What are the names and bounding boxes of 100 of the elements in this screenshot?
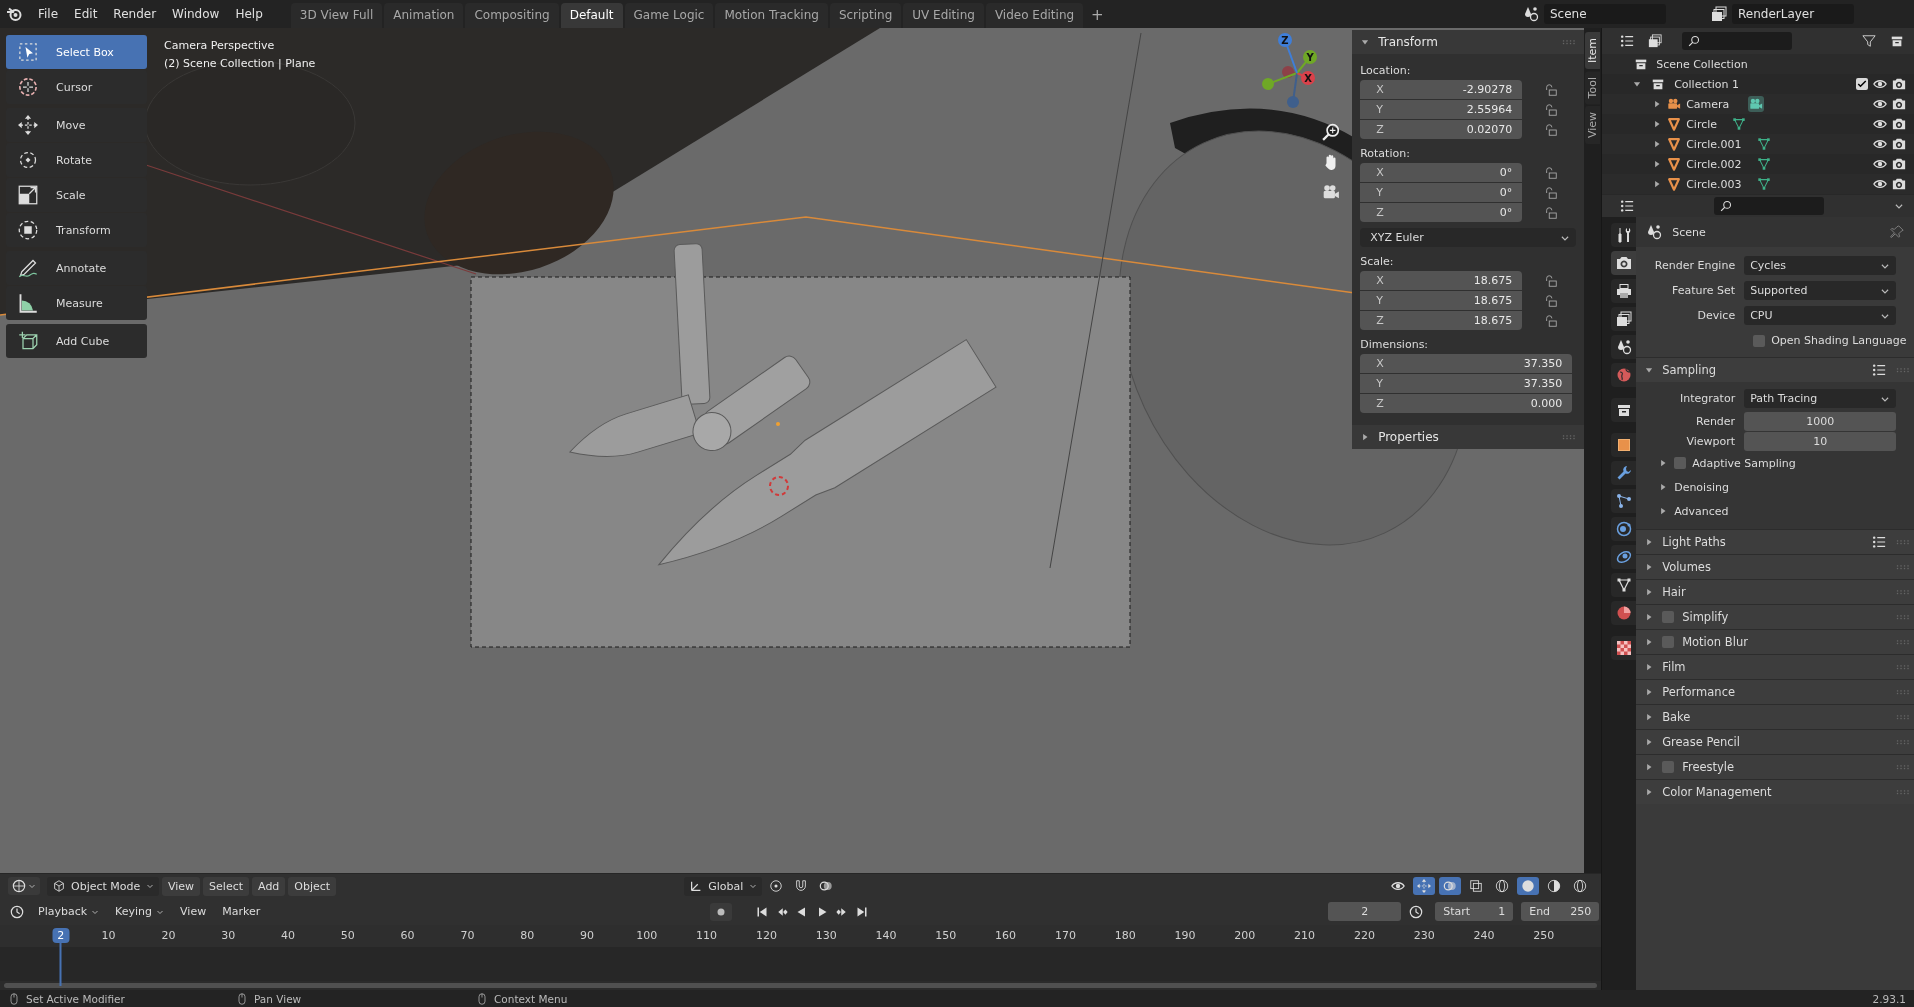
menu-item[interactable]: Help — [227, 4, 271, 24]
camera-icon[interactable] — [1892, 97, 1906, 111]
eye-icon[interactable] — [1873, 77, 1887, 91]
number-field[interactable]: X -2.90278 — [1360, 80, 1523, 99]
checkbox[interactable] — [1662, 761, 1675, 773]
overlay-circles-icon[interactable] — [1439, 877, 1462, 895]
logo-icon[interactable] — [6, 6, 22, 22]
properties-tab[interactable] — [1611, 251, 1637, 275]
properties-tab[interactable] — [1611, 223, 1637, 247]
properties-tab[interactable] — [1611, 433, 1637, 457]
properties-tab[interactable] — [1611, 335, 1637, 359]
properties-tab[interactable] — [1611, 461, 1637, 485]
camera-icon[interactable] — [1892, 77, 1906, 91]
tool-button[interactable]: Select Box — [6, 35, 147, 69]
outliner-item[interactable]: Collection 1 — [1602, 74, 1914, 94]
axis-handle[interactable] — [1262, 72, 1298, 90]
start-frame-field[interactable]: Start 1 — [1435, 902, 1514, 921]
workspace-tab[interactable]: Animation — [384, 3, 464, 28]
move-icon[interactable] — [1413, 877, 1436, 895]
padlock-icon[interactable] — [1544, 185, 1559, 200]
movie-camera-icon[interactable] — [1322, 183, 1340, 201]
eye-icon[interactable] — [1873, 157, 1887, 171]
checkbox[interactable] — [1662, 611, 1675, 623]
padlock-icon[interactable] — [1544, 273, 1559, 288]
axis-handle[interactable] — [1282, 66, 1298, 78]
menu-button[interactable]: Select — [203, 876, 250, 896]
workspace-tab[interactable]: Video Editing — [985, 3, 1084, 28]
checkbox[interactable] — [1856, 78, 1868, 90]
camera-icon[interactable] — [1892, 137, 1906, 151]
workspace-tab[interactable]: Compositing — [465, 3, 559, 28]
eye-icon[interactable] — [1873, 117, 1887, 131]
tool-button[interactable]: Cursor — [6, 70, 147, 104]
dropdown[interactable]: Path Tracing — [1744, 389, 1897, 408]
number-field[interactable]: Y 37.350 — [1360, 374, 1573, 393]
dropdown[interactable]: Supported — [1744, 281, 1897, 300]
workspace-tab[interactable]: 3D View Full — [290, 3, 383, 28]
orientation-dropdown[interactable]: Global — [684, 876, 763, 896]
image-stack-icon[interactable] — [1711, 6, 1727, 22]
tool-button[interactable]: Annotate — [6, 251, 147, 285]
axis-handle[interactable]: Y — [1296, 50, 1317, 74]
menu-button[interactable]: Object — [288, 876, 337, 896]
tool-button[interactable]: Scale — [6, 178, 147, 212]
checkbox[interactable] — [1674, 457, 1687, 469]
tool-button[interactable]: Transform — [6, 213, 147, 247]
number-field[interactable]: Y 2.55964 — [1360, 100, 1523, 119]
number-field[interactable]: Z 0° — [1360, 203, 1523, 222]
sidebar-tab[interactable]: View — [1585, 106, 1601, 145]
properties-tab[interactable] — [1611, 636, 1637, 660]
tool-button[interactable]: Rotate — [6, 143, 147, 177]
menu-button[interactable]: Marker — [216, 902, 267, 921]
playhead[interactable]: 2 — [52, 928, 70, 986]
padlock-icon[interactable] — [1544, 122, 1559, 137]
scrollbar[interactable] — [4, 983, 1598, 988]
triangle-down-icon[interactable] — [1632, 79, 1643, 89]
number-field[interactable]: Y 0° — [1360, 183, 1523, 202]
padlock-icon[interactable] — [1544, 313, 1559, 328]
properties-tab[interactable] — [1611, 489, 1637, 513]
workspace-tab[interactable]: Scripting — [829, 3, 902, 28]
menu-button[interactable]: Keying — [109, 902, 171, 921]
view-layer-field[interactable]: RenderLayer — [1732, 4, 1854, 24]
eye-icon[interactable] — [1873, 177, 1887, 191]
menu-item[interactable]: Edit — [66, 4, 106, 24]
camera-icon[interactable] — [1892, 117, 1906, 131]
movie-camera-icon[interactable] — [1748, 96, 1765, 112]
list-icon[interactable] — [1872, 535, 1886, 549]
zoom-icon[interactable] — [1322, 123, 1340, 141]
padlock-icon[interactable] — [1544, 165, 1559, 180]
eye-icon[interactable] — [1873, 137, 1887, 151]
dropdown[interactable]: CPU — [1744, 306, 1897, 325]
vertex-triangle-icon[interactable] — [1756, 157, 1771, 171]
menu-item[interactable]: Render — [105, 4, 165, 24]
subpanel-header[interactable]: Adaptive Sampling — [1636, 451, 1914, 475]
number-field[interactable]: 1000 — [1744, 411, 1897, 431]
mode-dropdown[interactable]: Object Mode — [47, 876, 159, 896]
tool-button[interactable]: Move — [6, 108, 147, 142]
workspace-tab[interactable]: Default — [560, 3, 623, 28]
properties-tab[interactable] — [1611, 573, 1637, 597]
axis-handle[interactable]: Z — [1278, 33, 1298, 74]
outliner-item[interactable]: Circle.002 — [1602, 154, 1914, 174]
camera-icon[interactable] — [1892, 157, 1906, 171]
sidebar-tab[interactable]: Item — [1585, 32, 1601, 70]
menu-item[interactable]: File — [30, 4, 67, 24]
skip-end-icon[interactable] — [856, 905, 869, 918]
number-field[interactable]: Z 0.02070 — [1360, 120, 1523, 139]
checkbox[interactable] — [1753, 334, 1766, 347]
workspace-tab[interactable]: Game Logic — [624, 3, 714, 28]
menu-button[interactable]: View — [162, 876, 201, 896]
checkbox[interactable] — [1662, 636, 1675, 648]
eye-icon[interactable] — [1873, 97, 1887, 111]
vertex-triangle-icon[interactable] — [1756, 177, 1771, 191]
drops-icon[interactable] — [1523, 6, 1539, 22]
tool-button[interactable]: Measure — [6, 286, 147, 320]
menu-button[interactable]: Playback — [32, 902, 106, 921]
workspace-tab[interactable]: Motion Tracking — [715, 3, 828, 28]
number-field[interactable]: X 18.675 — [1360, 271, 1523, 290]
properties-tab[interactable] — [1611, 307, 1637, 331]
padlock-icon[interactable] — [1544, 82, 1559, 97]
subpanel-header[interactable]: Denoising — [1636, 475, 1914, 499]
camera-icon[interactable] — [1892, 177, 1906, 191]
panel-header[interactable]: Transform — [1352, 30, 1585, 54]
